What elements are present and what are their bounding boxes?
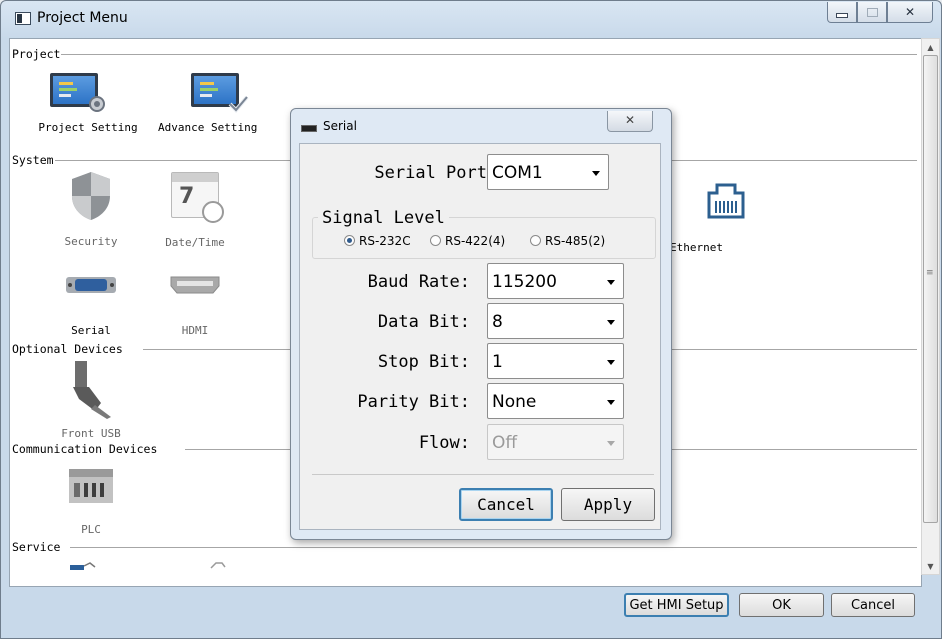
date-time-item[interactable]: 7 Date/Time	[140, 172, 250, 249]
security-item[interactable]: Security	[36, 170, 146, 248]
maximize-button	[857, 2, 887, 23]
close-button[interactable]: ✕	[887, 2, 933, 23]
close-icon: ✕	[904, 5, 916, 19]
calendar-icon: 7	[171, 172, 224, 223]
plc-item[interactable]: PLC	[36, 465, 146, 536]
baud-rate-label: Baud Rate:	[367, 272, 470, 292]
data-bit-select[interactable]: 8	[487, 303, 624, 339]
hdmi-item[interactable]: HDMI	[140, 274, 250, 337]
serial-port-select[interactable]: COM1	[487, 154, 609, 190]
parity-bit-select[interactable]: None	[487, 383, 624, 419]
baud-rate-select[interactable]: 115200	[487, 263, 624, 299]
close-icon: ✕	[624, 113, 636, 127]
radio-rs422[interactable]: RS-422(4)	[430, 234, 505, 248]
dialog-cancel-button[interactable]: Cancel	[459, 488, 553, 521]
vertical-scrollbar[interactable]: ▲ ≡ ▼	[921, 38, 940, 575]
dialog-divider	[312, 474, 654, 475]
dialog-apply-button[interactable]: Apply	[561, 488, 655, 521]
serial-port-label: Serial Port	[374, 163, 487, 183]
minimize-icon	[836, 12, 848, 18]
chevron-down-icon	[607, 441, 615, 446]
serial-label: Serial	[71, 324, 111, 337]
ethernet-label: Ethernet	[670, 241, 723, 254]
serial-settings-panel: Serial Port COM1 Signal Level RS-232C RS…	[299, 143, 661, 530]
serial-dialog-icon	[301, 125, 317, 132]
hdmi-port-icon	[170, 276, 220, 294]
service-usb-icon	[70, 562, 96, 570]
date-time-label: Date/Time	[165, 236, 225, 249]
scrollbar-grip-icon: ≡	[926, 268, 934, 278]
dialog-title: Serial	[323, 119, 357, 133]
scroll-down-icon[interactable]: ▼	[922, 558, 939, 574]
title-bar[interactable]: Project Menu ✕	[1, 1, 941, 37]
project-menu-window: Project Menu ✕ Project Project Setting A…	[0, 0, 942, 639]
plc-label: PLC	[81, 523, 101, 536]
scrollbar-thumb[interactable]	[923, 55, 938, 523]
section-project: Project	[12, 47, 917, 61]
shield-icon	[72, 172, 110, 220]
project-setting-item[interactable]: Project Setting	[37, 73, 147, 134]
minimize-button[interactable]	[827, 2, 857, 23]
chevron-down-icon	[607, 360, 615, 365]
ok-button[interactable]: OK	[739, 593, 824, 617]
dialog-close-button[interactable]: ✕	[607, 111, 653, 132]
parity-bit-label: Parity Bit:	[357, 392, 470, 412]
signal-level-label: Signal Level	[318, 208, 449, 228]
usb-cable-icon	[73, 361, 111, 419]
project-setting-label: Project Setting	[38, 121, 138, 134]
radio-rs485[interactable]: RS-485(2)	[530, 234, 605, 248]
serial-dialog: Serial ✕ Serial Port COM1 Signal Level R…	[290, 108, 672, 540]
service-network-icon	[210, 562, 226, 569]
chevron-down-icon	[607, 280, 615, 285]
chevron-down-icon	[607, 320, 615, 325]
data-bit-label: Data Bit:	[377, 312, 470, 332]
advance-setting-icon	[191, 73, 249, 113]
security-label: Security	[64, 235, 118, 248]
maximize-icon	[866, 7, 878, 17]
scroll-up-icon[interactable]: ▲	[922, 39, 939, 55]
front-usb-label: Front USB	[61, 427, 121, 440]
ethernet-port-icon	[707, 183, 744, 219]
plc-module-icon	[69, 469, 113, 503]
serial-port-icon	[66, 277, 116, 293]
section-service: Service	[12, 540, 917, 554]
flow-select: Off	[487, 424, 624, 460]
cancel-button[interactable]: Cancel	[831, 593, 915, 617]
advance-setting-item[interactable]: Advance Setting	[158, 73, 268, 134]
stop-bit-label: Stop Bit:	[377, 352, 470, 372]
advance-setting-label: Advance Setting	[158, 121, 258, 134]
project-setting-icon	[50, 73, 105, 112]
radio-rs232c[interactable]: RS-232C	[344, 234, 411, 248]
window-title: Project Menu	[37, 10, 128, 26]
chevron-down-icon	[592, 171, 600, 176]
front-usb-item[interactable]: Front USB	[36, 359, 146, 440]
flow-label: Flow:	[418, 433, 470, 453]
app-window-icon	[15, 12, 31, 25]
stop-bit-select[interactable]: 1	[487, 343, 624, 379]
serial-item[interactable]: Serial	[36, 276, 146, 337]
get-hmi-setup-button[interactable]: Get HMI Setup	[624, 593, 729, 617]
hdmi-label: HDMI	[181, 324, 209, 337]
chevron-down-icon	[607, 400, 615, 405]
